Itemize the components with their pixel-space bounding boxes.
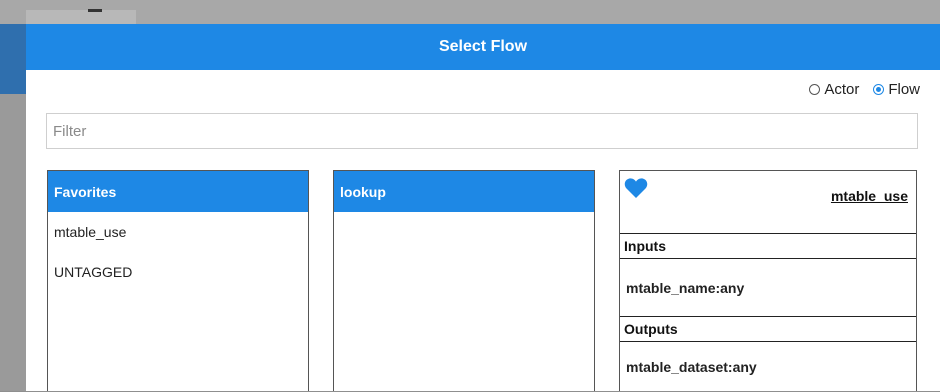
favorites-list-header[interactable]: Favorites — [48, 171, 308, 212]
tag-header-label: lookup — [340, 183, 386, 200]
flow-radio-label: Flow — [888, 81, 920, 98]
inputs-body: mtable_name:any — [620, 259, 916, 317]
flow-detail-top: mtable_use — [620, 171, 916, 234]
list-item[interactable]: UNTAGGED — [48, 252, 308, 292]
list-item-label: mtable_use — [54, 224, 127, 240]
flow-name-link[interactable]: mtable_use — [831, 188, 908, 204]
tag-flow-list: lookup — [333, 170, 595, 391]
background-sidebar-accent — [0, 24, 26, 94]
filter-input[interactable] — [46, 113, 918, 149]
tag-list-header[interactable]: lookup — [334, 171, 594, 212]
actor-radio[interactable] — [809, 84, 821, 95]
outputs-body: mtable_dataset:any — [620, 342, 916, 392]
outputs-label: Outputs — [624, 321, 678, 337]
flow-radio[interactable] — [873, 84, 885, 95]
background-app-bar — [0, 0, 940, 24]
minimize-icon — [88, 9, 102, 12]
favorites-header-label: Favorites — [54, 183, 117, 200]
actor-radio-option[interactable]: Actor — [809, 81, 859, 98]
list-item-label: UNTAGGED — [54, 264, 133, 280]
flow-detail-panel: mtable_use Inputs mtable_name:any Output… — [619, 170, 917, 391]
list-item[interactable]: mtable_use — [48, 212, 308, 252]
outputs-header: Outputs — [620, 317, 916, 342]
input-param: mtable_name:any — [626, 279, 745, 296]
flow-radio-option[interactable]: Flow — [873, 81, 920, 98]
background-tab — [26, 10, 136, 24]
dialog-title: Select Flow — [438, 38, 528, 55]
dialog-header: Select Flow — [26, 24, 940, 70]
favorites-list: Favorites mtable_use UNTAGGED — [47, 170, 309, 391]
actor-radio-label: Actor — [824, 81, 860, 98]
inputs-header: Inputs — [620, 234, 916, 259]
select-flow-dialog: Select Flow Actor Flow Favorites mtable_… — [26, 24, 940, 391]
mode-radio-group: Actor Flow — [809, 81, 920, 98]
output-param: mtable_dataset:any — [626, 359, 757, 375]
inputs-label: Inputs — [624, 238, 666, 254]
heart-icon[interactable] — [624, 177, 648, 199]
